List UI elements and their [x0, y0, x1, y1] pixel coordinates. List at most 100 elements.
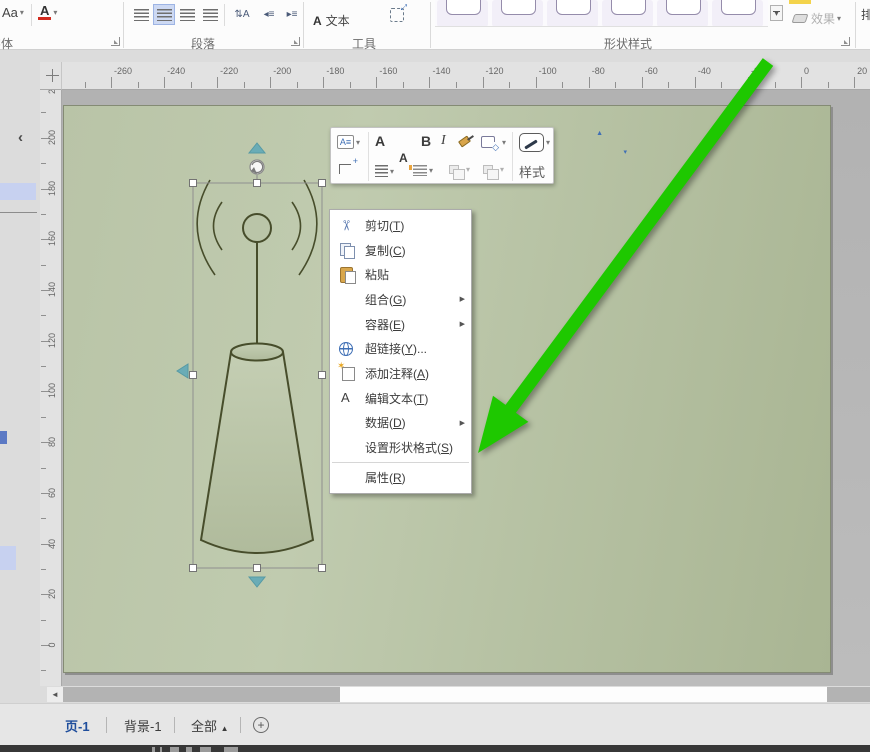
fill-button-partial[interactable] — [789, 0, 811, 4]
blank-icon — [338, 415, 356, 431]
font-color-button[interactable]: A▾ — [38, 4, 57, 20]
tab-background-1[interactable]: 背景-1 — [124, 716, 162, 735]
shape-styles-dialog-launcher[interactable] — [841, 37, 850, 46]
dropdown-icon: ▾ — [429, 166, 433, 175]
h-ruler-label: -260 — [114, 66, 132, 76]
dropdown-icon: ▾ — [466, 165, 470, 174]
menu-item-cut[interactable]: 剪切(T) — [330, 213, 471, 238]
shape-style-swatch[interactable] — [492, 0, 543, 27]
shape-style-swatch[interactable] — [712, 0, 763, 27]
menu-item-add-comment[interactable]: 添加注释(A) — [330, 361, 471, 386]
menu-item-label: 容器(E) — [365, 316, 405, 333]
menu-item-label: 属性(R) — [365, 469, 406, 486]
v-ruler-label: 20 — [46, 587, 58, 601]
ribbon: Aa▾ A▾ 字体 ⇅A ◂≡ ▸≡ 段落 A文本 ⤢ 工具 ▾ — [0, 0, 870, 50]
tab-page-1[interactable]: 页-1 — [65, 716, 90, 735]
shape-style-swatch[interactable] — [547, 0, 598, 27]
panel-divider — [0, 212, 37, 213]
v-ruler-label: 60 — [46, 486, 58, 500]
shape-style-swatch[interactable] — [657, 0, 708, 27]
next-group-partial-label: 排 — [861, 6, 870, 23]
bullets-button[interactable]: ▾ — [375, 165, 394, 177]
v-ruler-label: 40 — [46, 537, 58, 551]
selection-area-tool-button[interactable]: ⤢ — [390, 8, 404, 22]
shape-styles-group-label: 形状样式 — [604, 35, 652, 52]
visio-window: { "ribbon": { "font_group": {"aa_label":… — [0, 0, 870, 752]
scrollbar-thumb[interactable] — [340, 687, 827, 702]
decrease-indent-button[interactable]: ◂≡ — [258, 4, 280, 25]
align-left-icon — [134, 9, 149, 21]
menu-item-container[interactable]: 容器(E)▶ — [330, 312, 471, 337]
effects-button[interactable]: 效果▾ — [793, 10, 841, 27]
panel-selection-highlight[interactable] — [0, 546, 16, 570]
h-ruler-label: -120 — [486, 66, 504, 76]
menu-item-paste[interactable]: 粘贴 — [330, 262, 471, 287]
bring-forward-button[interactable]: ▾ — [449, 165, 470, 174]
effects-icon — [792, 14, 809, 23]
align-right-icon — [180, 9, 195, 21]
panel-selection-highlight[interactable] — [0, 183, 36, 200]
menu-item-properties[interactable]: 属性(R) — [330, 465, 471, 490]
blank-icon — [338, 291, 356, 307]
textbox-style-button[interactable]: A≡▾ — [337, 135, 360, 149]
status-bar — [0, 745, 870, 752]
shapes-panel-collapsed: ‹ — [0, 51, 40, 686]
h-ruler-label: -160 — [379, 66, 397, 76]
align-center-button[interactable] — [153, 4, 175, 25]
submenu-arrow-icon: ▶ — [460, 295, 465, 303]
increase-indent-button[interactable]: ▸≡ — [281, 4, 303, 25]
text-direction-button[interactable]: ⇅A — [229, 4, 255, 25]
menu-item-data[interactable]: 数据(D) ▶ — [330, 411, 471, 436]
scrollbar-track[interactable] — [63, 687, 870, 702]
collapse-panel-chevron-icon[interactable]: ‹ — [18, 129, 23, 146]
style-button[interactable]: ▾ — [519, 133, 550, 152]
shrink-font-button[interactable]: A▾ — [399, 151, 621, 165]
style-icon — [519, 133, 544, 152]
gallery-more-button[interactable]: ▾ — [770, 5, 783, 21]
shape-fill-button[interactable]: ▾ — [481, 136, 506, 148]
shape-style-gallery[interactable] — [435, 0, 768, 27]
dropdown-icon: ▾ — [500, 165, 504, 174]
textbox-icon: A≡ — [337, 135, 354, 149]
ruler-origin-corner — [40, 62, 62, 90]
font-dialog-launcher[interactable] — [111, 37, 120, 46]
shape-style-swatch[interactable] — [602, 0, 653, 27]
scroll-left-button[interactable]: ◄ — [47, 687, 63, 702]
menu-item-copy[interactable]: 复制(C) — [330, 238, 471, 263]
connector-icon — [339, 164, 351, 174]
menu-item-edit-text[interactable]: 编辑文本(T) — [330, 386, 471, 411]
menu-item-hyperlink[interactable]: 超链接(Y)... — [330, 336, 471, 361]
menu-item-label: 数据(D) — [365, 414, 406, 431]
v-ruler-label: 120 — [46, 334, 58, 348]
h-ruler-label: -60 — [645, 66, 658, 76]
v-ruler-label: 100 — [46, 384, 58, 398]
h-ruler-label: -200 — [273, 66, 291, 76]
all-pages-button[interactable]: 全部 ▲ — [191, 716, 229, 735]
format-painter-button[interactable] — [459, 138, 470, 145]
shape-style-swatch[interactable] — [437, 0, 488, 27]
send-backward-button[interactable]: ▾ — [483, 165, 504, 174]
menu-item-format-shape[interactable]: 设置形状格式(S) — [330, 435, 471, 460]
change-case-button[interactable]: Aa▾ — [2, 5, 24, 20]
bold-button[interactable]: B — [421, 133, 431, 149]
paragraph-dialog-launcher[interactable] — [291, 37, 300, 46]
italic-button[interactable]: I — [441, 133, 446, 149]
blank-icon — [338, 316, 356, 332]
menu-item-label: 添加注释(A) — [365, 365, 429, 382]
page-tab-bar: 页-1 背景-1 全部 ▲ + — [0, 703, 870, 745]
menu-item-group[interactable]: 组合(G)▶ — [330, 287, 471, 312]
menu-item-label: 超链接(Y)... — [365, 340, 427, 357]
submenu-arrow-icon: ▶ — [460, 419, 465, 427]
h-ruler-label: 0 — [804, 66, 809, 76]
grow-font-icon: ▲ — [596, 130, 603, 137]
text-tool-button[interactable]: A文本 — [313, 12, 350, 29]
add-page-button[interactable]: + — [253, 717, 269, 733]
justify-button[interactable] — [199, 4, 221, 25]
context-menu: 剪切(T)复制(C)粘贴组合(G)▶容器(E)▶超链接(Y)...添加注释(A)… — [329, 209, 472, 494]
increase-indent-icon: ▸≡ — [287, 9, 298, 20]
paragraph-button[interactable]: ▾ — [413, 165, 433, 176]
align-right-button[interactable] — [176, 4, 198, 25]
connector-button[interactable] — [339, 164, 351, 174]
align-left-button[interactable] — [130, 4, 152, 25]
h-ruler-label: -180 — [326, 66, 344, 76]
